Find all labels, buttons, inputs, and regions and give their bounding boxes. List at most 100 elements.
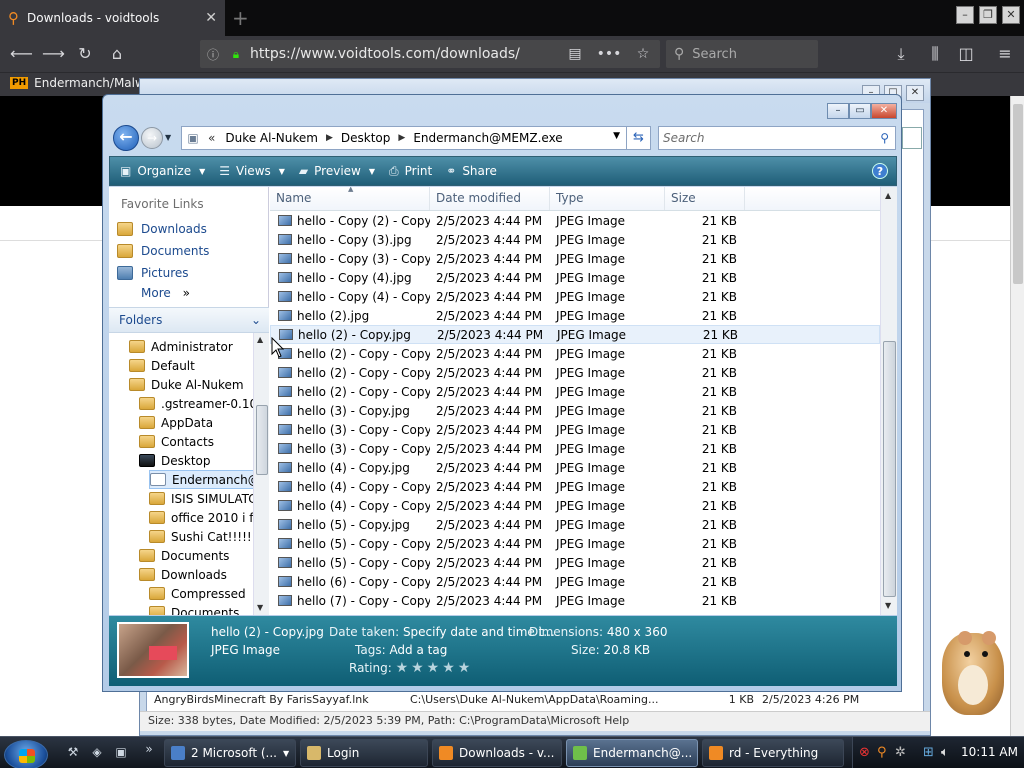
browser-tab-active[interactable]: ⚲ Downloads - voidtools ✕ — [0, 0, 225, 36]
taskbar-button-login[interactable]: Login — [300, 739, 428, 767]
address-bar[interactable]: ▣ « Duke Al-Nukem ▶ Desktop ▶ Endermanch… — [181, 126, 627, 150]
scroll-up-icon[interactable]: ▲ — [885, 191, 891, 200]
hamster-desktop-gadget[interactable] — [932, 615, 1012, 719]
tree-item[interactable]: .gstreamer-0.10 — [139, 394, 255, 413]
back-arrow-icon[interactable]: ⟵ — [10, 44, 33, 64]
breadcrumb-separator-icon[interactable]: ▶ — [398, 133, 405, 143]
browser-vertical-scrollbar[interactable] — [1010, 96, 1024, 736]
scrollbar-thumb[interactable] — [883, 341, 896, 597]
search-icon[interactable]: ⚲ — [880, 127, 889, 149]
reader-view-icon[interactable]: ▤ — [558, 46, 592, 62]
taskbar-button-microsoft[interactable]: 2 Microsoft (... ▼ — [164, 739, 296, 767]
tree-item[interactable]: Default — [129, 356, 195, 375]
bookmark-star-icon[interactable]: ☆ — [626, 46, 660, 62]
file-row[interactable]: hello (5) - Copy - Copy... 2/5/2023 4:44 … — [270, 553, 880, 572]
back-arrow-icon[interactable]: ← — [113, 125, 139, 151]
refresh-icon[interactable]: ⇆ — [627, 126, 651, 150]
start-button[interactable] — [4, 740, 48, 768]
maximize-button[interactable]: ▭ — [849, 103, 871, 119]
taskbar-button-everything[interactable]: rd - Everything — [702, 739, 844, 767]
scrollbar-thumb[interactable] — [1013, 104, 1023, 284]
breadcrumb-item[interactable]: Endermanch@MEMZ.exe — [413, 131, 562, 145]
help-icon[interactable]: ? — [872, 163, 888, 179]
search-input[interactable]: Search ⚲ — [658, 126, 896, 150]
minimize-browser-button[interactable]: – — [956, 6, 974, 24]
show-desktop-icon[interactable]: ⚒ — [64, 745, 82, 761]
file-row[interactable]: hello (5) - Copy - Copy... 2/5/2023 4:44 … — [270, 534, 880, 553]
tree-item[interactable]: Documents — [149, 603, 239, 615]
reload-icon[interactable]: ↻ — [74, 44, 96, 64]
breadcrumb-item[interactable]: Duke Al-Nukem — [225, 131, 318, 145]
folders-toggle[interactable]: Folders ⌄ — [109, 307, 269, 333]
tree-item[interactable]: ISIS SIMULATC — [149, 489, 255, 508]
column-header-size[interactable]: Size — [665, 187, 745, 210]
tree-item[interactable]: Sushi Cat!!!!! — [149, 527, 252, 546]
column-header-date-modified[interactable]: Date modified — [430, 187, 550, 210]
clock[interactable]: 10:11 AM — [961, 745, 1018, 759]
everything-search-input[interactable] — [902, 127, 922, 149]
bookmark-item[interactable]: PH Endermanch/Malwa — [10, 76, 152, 90]
library-icon[interactable]: ⫼ — [924, 44, 946, 64]
views-button[interactable]: ☰ Views ▼ — [219, 164, 285, 178]
downloads-icon[interactable]: ⤓ — [890, 44, 912, 64]
file-row[interactable]: hello (2) - Copy - Copy... 2/5/2023 4:44 … — [270, 382, 880, 401]
tags-value[interactable]: Add a tag — [389, 643, 447, 657]
print-button[interactable]: ⎙ Print — [389, 164, 432, 179]
file-row[interactable]: hello (7) - Copy - Copy... 2/5/2023 4:44 … — [270, 591, 880, 610]
file-row[interactable]: hello (6) - Copy - Copy... 2/5/2023 4:44 … — [270, 572, 880, 591]
file-row[interactable]: hello - Copy (3) - Copy... 2/5/2023 4:44 … — [270, 249, 880, 268]
security-alert-icon[interactable]: ⊗ — [859, 745, 870, 760]
favorite-link-documents[interactable]: Documents — [117, 241, 209, 261]
forward-arrow-icon[interactable]: ⟶ — [42, 44, 65, 64]
scroll-down-icon[interactable]: ▼ — [257, 603, 263, 612]
url-text[interactable]: https://www.voidtools.com/downloads/ — [246, 46, 558, 62]
everything-close-button[interactable]: ✕ — [906, 85, 924, 101]
rating-stars[interactable]: ★★★★★ — [396, 660, 474, 676]
taskbar-button-endermanch[interactable]: Endermanch@... — [566, 739, 698, 767]
tree-item[interactable]: AppData — [139, 413, 213, 432]
taskbar-button-downloads[interactable]: Downloads - v... — [432, 739, 562, 767]
new-tab-button[interactable]: + — [232, 6, 249, 30]
favorite-link-pictures[interactable]: Pictures — [117, 263, 189, 283]
close-tab-icon[interactable]: ✕ — [205, 10, 217, 26]
file-list-scrollbar[interactable]: ▲ ▼ — [880, 187, 897, 615]
menu-hamburger-icon[interactable]: ≡ — [994, 44, 1016, 64]
tree-item[interactable]: office 2010 i fo — [149, 508, 255, 527]
everything-tray-icon[interactable]: ⚲ — [877, 745, 887, 760]
file-row[interactable]: hello (4) - Copy.jpg 2/5/2023 4:44 PM JPEG… — [270, 458, 880, 477]
file-row[interactable]: hello (4) - Copy - Copy... 2/5/2023 4:44 … — [270, 477, 880, 496]
file-row[interactable]: hello (2) - Copy - Copy... 2/5/2023 4:44 … — [270, 344, 880, 363]
file-row[interactable]: hello (2) - Copy - Copy... 2/5/2023 4:44 … — [270, 363, 880, 382]
network-icon[interactable]: ⊞ — [923, 745, 934, 760]
scroll-up-icon[interactable]: ▲ — [257, 335, 263, 344]
everything-result-row[interactable]: AngryBirdsMinecraft By FarisSayyaf.lnk C… — [150, 691, 902, 707]
organize-button[interactable]: ▣ Organize ▼ — [120, 164, 205, 178]
site-info-icon[interactable]: ⓘ — [200, 46, 226, 63]
close-button[interactable]: ✕ — [871, 103, 897, 119]
file-row[interactable]: hello (4) - Copy - Copy... 2/5/2023 4:44 … — [270, 496, 880, 515]
breadcrumb-overflow-icon[interactable]: « — [208, 131, 215, 145]
tree-item[interactable]: Contacts — [139, 432, 214, 451]
preview-button[interactable]: ▰ Preview ▼ — [299, 164, 375, 178]
tree-item[interactable]: Duke Al-Nukem — [129, 375, 244, 394]
address-dropdown-icon[interactable]: ▼ — [613, 131, 620, 141]
file-row[interactable]: hello - Copy (2) - Copy... 2/5/2023 4:44 … — [270, 211, 880, 230]
file-row[interactable]: hello - Copy (4).jpg 2/5/2023 4:44 PM JPEG… — [270, 268, 880, 287]
breadcrumb-item[interactable]: Desktop — [341, 131, 391, 145]
tools-tray-icon[interactable]: ✲ — [895, 745, 906, 760]
scroll-down-icon[interactable]: ▼ — [885, 601, 891, 610]
breadcrumb-separator-icon[interactable]: ▶ — [326, 133, 333, 143]
file-row[interactable]: hello - Copy (4) - Copy... 2/5/2023 4:44 … — [270, 287, 880, 306]
minimize-button[interactable]: – — [827, 103, 849, 119]
file-row[interactable]: hello (3) - Copy - Copy... 2/5/2023 4:44 … — [270, 420, 880, 439]
file-row[interactable]: hello (2).jpg 2/5/2023 4:44 PM JPEG Image 2… — [270, 306, 880, 325]
browser-search-box[interactable]: ⚲ Search — [666, 40, 818, 68]
tree-item[interactable]: Endermanch@ — [149, 470, 255, 489]
url-bar[interactable]: ⓘ 🔒︎ https://www.voidtools.com/downloads… — [200, 40, 660, 68]
share-button[interactable]: ⚭ Share — [446, 164, 497, 178]
favorite-link-downloads[interactable]: Downloads — [117, 219, 207, 239]
page-actions-icon[interactable]: ••• — [592, 46, 626, 62]
media-quicklaunch-icon[interactable]: ▣ — [112, 745, 130, 761]
sidebar-icon[interactable]: ◫ — [955, 44, 977, 64]
tree-item[interactable]: Downloads — [139, 565, 227, 584]
